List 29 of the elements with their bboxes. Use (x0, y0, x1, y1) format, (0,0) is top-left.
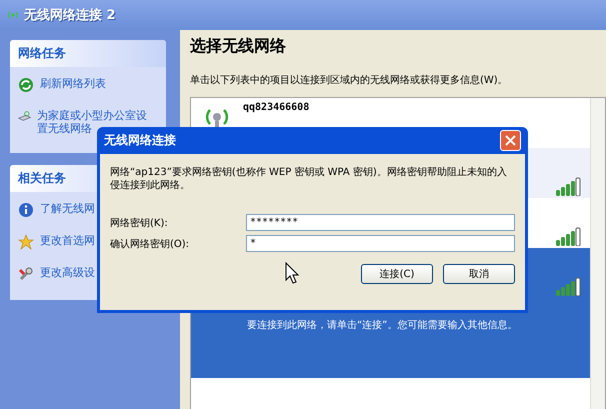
panel-title: 网络任务 (10, 40, 166, 67)
scrollbar[interactable] (590, 98, 605, 409)
wireless-device-icon (18, 109, 32, 123)
refresh-icon (18, 77, 34, 93)
signal-bars-icon (556, 276, 582, 296)
window-title: 无线网络连接 2 (24, 6, 116, 24)
task-link[interactable]: 刷新网络列表 (40, 77, 106, 90)
cancel-button[interactable]: 取消 (443, 264, 515, 284)
close-button[interactable] (500, 130, 521, 151)
connect-button[interactable]: 连接(C) (361, 264, 433, 284)
task-link[interactable]: 更改高级设 (40, 266, 95, 279)
task-link[interactable]: 了解无线网 (40, 202, 95, 215)
instruction-text: 单击以下列表中的项目以连接到区域内的无线网络或获得更多信息(W)。 (190, 74, 509, 87)
key-field[interactable]: * (246, 235, 515, 252)
close-icon (505, 135, 516, 146)
dialog-title: 无线网络连接 (104, 132, 176, 149)
connect-hint: 要连接到此网络，请单击“连接”。您可能需要输入其他信息。 (247, 318, 518, 332)
wireless-icon (6, 9, 20, 21)
star-icon (18, 234, 34, 250)
field-label: 确认网络密钥(O): (110, 238, 190, 250)
network-name: qq823466608 (243, 102, 310, 113)
field-label: 网络密钥(K): (110, 216, 169, 230)
page-heading: 选择无线网络 (190, 36, 287, 57)
tools-icon (18, 266, 34, 282)
task-link[interactable]: 更改首选网 (40, 234, 95, 247)
info-icon (18, 202, 34, 218)
key-field[interactable]: ******** (246, 214, 515, 231)
signal-bars-icon (556, 176, 582, 196)
mouse-pointer-icon (285, 262, 299, 284)
